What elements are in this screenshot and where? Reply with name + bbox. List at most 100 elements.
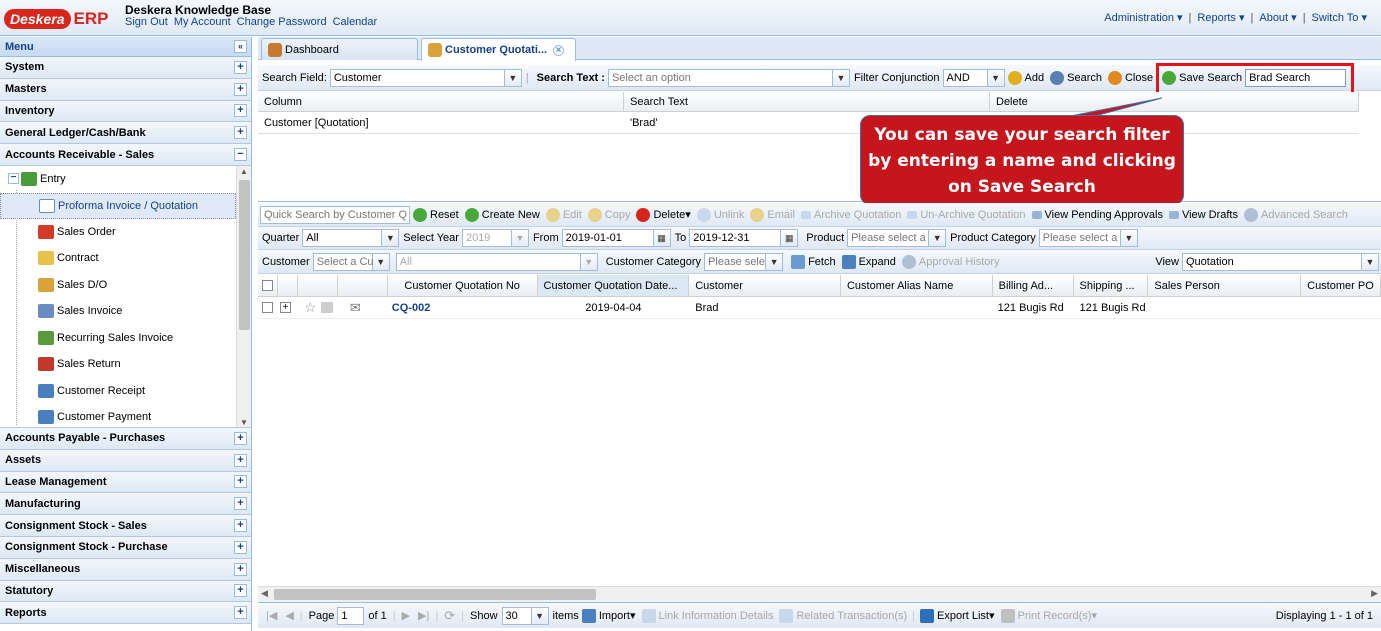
advanced-search-button[interactable]: Advanced Search xyxy=(1244,207,1348,222)
product-select[interactable]: Please select a xyxy=(847,229,930,247)
tree-item-customer-receipt[interactable]: Customer Receipt xyxy=(0,378,235,404)
tree-item-sales-order[interactable]: Sales Order xyxy=(0,219,235,245)
filter-row[interactable]: Customer [Quotation] 'Brad' xyxy=(258,112,1359,134)
tree-node-entry[interactable]: − Entry xyxy=(8,166,243,192)
delete-button[interactable]: Delete ▾ xyxy=(636,207,691,222)
sidebar-section-system[interactable]: System + xyxy=(0,57,251,79)
expand-icon[interactable]: + xyxy=(234,540,247,554)
close-tab-icon[interactable]: × xyxy=(553,44,565,56)
table-row[interactable]: + ☆ ✉ CQ-002 2019-04-04 Brad 121 Bugis R… xyxy=(258,297,1381,319)
tab-dashboard[interactable]: Dashboard xyxy=(261,38,418,60)
customer-select[interactable]: Select a Cu xyxy=(312,252,374,271)
expand-icon[interactable]: + xyxy=(234,584,247,598)
deskera-logo[interactable]: Deskera ERP xyxy=(4,6,112,32)
sidebar-section-inventory[interactable]: Inventory + xyxy=(0,100,251,123)
expand-icon[interactable]: + xyxy=(234,497,247,511)
create-new-button[interactable]: Create New xyxy=(464,207,540,222)
view-pending-approvals-button[interactable]: View Pending Approvals xyxy=(1031,209,1163,221)
sidebar-section-assets[interactable]: Assets + xyxy=(0,449,251,472)
administration-menu[interactable]: Administration ▾ xyxy=(1104,11,1182,24)
last-page-icon[interactable]: ▶| xyxy=(418,609,429,622)
header-quotation-date[interactable]: Customer Quotation Date... xyxy=(537,275,690,296)
column-header[interactable]: Column xyxy=(258,92,624,111)
tree-item-recurring-invoice[interactable]: Recurring Sales Invoice xyxy=(0,325,235,351)
to-date-input[interactable]: 2019-12-31 xyxy=(689,229,782,247)
expand-icon[interactable]: + xyxy=(234,126,247,140)
approval-history-button[interactable]: Approval History xyxy=(901,254,1000,269)
chevron-down-icon[interactable]: ▼ xyxy=(1120,229,1138,247)
print-icon[interactable] xyxy=(320,302,333,313)
calendar-icon[interactable]: ▦ xyxy=(653,229,671,247)
related-transactions-button[interactable]: Related Transaction(s) xyxy=(779,608,907,623)
chevron-down-icon[interactable]: ▼ xyxy=(382,229,400,247)
header-customer-alias[interactable]: Customer Alias Name xyxy=(841,275,993,296)
scroll-left-icon[interactable]: ◀ xyxy=(261,588,268,599)
search-text-select[interactable]: Select an option xyxy=(607,68,833,87)
archive-button[interactable]: Archive Quotation xyxy=(800,209,901,221)
email-button[interactable]: Email xyxy=(750,207,795,222)
customer-category-select[interactable]: Please sele xyxy=(704,252,767,271)
next-page-icon[interactable]: ▶ xyxy=(402,609,410,622)
tree-item-sales-invoice[interactable]: Sales Invoice xyxy=(0,298,235,324)
expand-icon[interactable]: + xyxy=(234,475,247,489)
tree-item-sales-do[interactable]: Sales D/O xyxy=(0,272,235,298)
chevron-down-icon[interactable]: ▼ xyxy=(929,229,947,247)
chevron-down-icon[interactable]: ▼ xyxy=(511,229,529,247)
unarchive-button[interactable]: Un-Archive Quotation xyxy=(907,209,1026,221)
header-billing-address[interactable]: Billing Ad... xyxy=(993,275,1074,296)
sidebar-section-consignment-purchase[interactable]: Consignment Stock - Purchase + xyxy=(0,536,251,559)
expand-icon[interactable]: + xyxy=(234,562,247,576)
from-date-input[interactable]: 2019-01-01 xyxy=(561,229,654,247)
header-sales-person[interactable]: Sales Person xyxy=(1148,275,1302,296)
star-icon[interactable]: ☆ xyxy=(304,299,317,316)
all-select[interactable]: All xyxy=(395,252,581,271)
header-customer-po[interactable]: Customer PO xyxy=(1301,275,1381,296)
scroll-right-icon[interactable]: ▶ xyxy=(1371,588,1378,599)
year-select[interactable]: 2019 xyxy=(461,229,512,247)
collapse-icon[interactable]: « xyxy=(234,40,247,53)
unlink-button[interactable]: Unlink xyxy=(696,207,744,222)
quick-search-input[interactable]: Quick Search by Customer Q xyxy=(260,205,410,224)
prev-page-icon[interactable]: ◀ xyxy=(285,609,293,622)
tree-item-customer-payment[interactable]: Customer Payment xyxy=(0,404,235,427)
calendar-link[interactable]: Calendar xyxy=(333,16,378,28)
link-information-button[interactable]: Link Information Details xyxy=(641,608,773,623)
expand-button[interactable]: Expand xyxy=(841,254,896,269)
chevron-down-icon[interactable]: ▼ xyxy=(580,252,598,271)
page-size-select[interactable]: 30 xyxy=(501,606,532,625)
expand-icon[interactable]: + xyxy=(234,606,247,620)
chevron-down-icon[interactable]: ▼ xyxy=(1362,252,1379,271)
sidebar-section-miscellaneous[interactable]: Miscellaneous + xyxy=(0,558,251,581)
expand-icon[interactable]: + xyxy=(234,82,247,96)
chevron-down-icon[interactable]: ▼ xyxy=(766,252,784,271)
change-password-link[interactable]: Change Password xyxy=(237,16,327,28)
import-button[interactable]: Import ▾ xyxy=(581,608,636,623)
expand-icon[interactable]: + xyxy=(234,60,247,74)
search-field-select[interactable]: Customer xyxy=(329,68,505,87)
product-category-select[interactable]: Please select a xyxy=(1038,229,1121,247)
calendar-icon[interactable]: ▦ xyxy=(781,229,799,247)
tree-collapse-icon[interactable]: − xyxy=(8,173,19,185)
tree-item-contract[interactable]: Contract xyxy=(0,245,235,271)
fetch-button[interactable]: Fetch xyxy=(791,254,836,269)
page-number-input[interactable]: 1 xyxy=(337,606,365,625)
sidebar-section-masters[interactable]: Masters + xyxy=(0,78,251,101)
reports-menu[interactable]: Reports ▾ xyxy=(1197,11,1244,24)
refresh-icon[interactable]: ⟳ xyxy=(444,608,455,624)
switch-to-menu[interactable]: Switch To ▾ xyxy=(1312,11,1367,24)
sign-out-link[interactable]: Sign Out xyxy=(125,16,168,28)
scroll-up-icon[interactable]: ▲ xyxy=(240,167,248,176)
my-account-link[interactable]: My Account xyxy=(174,16,231,28)
add-filter-button[interactable]: Add xyxy=(1007,70,1044,85)
tree-scroll-thumb[interactable] xyxy=(239,179,250,330)
reset-button[interactable]: Reset xyxy=(413,207,459,222)
tree-item-sales-return[interactable]: Sales Return xyxy=(0,351,235,377)
sidebar-section-consignment-sales[interactable]: Consignment Stock - Sales + xyxy=(0,515,251,537)
sidebar-section-manufacturing[interactable]: Manufacturing + xyxy=(0,493,251,516)
chevron-down-icon[interactable]: ▼ xyxy=(372,252,390,271)
grid-horizontal-scrollbar[interactable]: ◀ ▶ xyxy=(258,586,1381,602)
edit-button[interactable]: Edit xyxy=(545,207,582,222)
print-records-button[interactable]: Print Record(s) ▾ xyxy=(1000,608,1097,623)
chevron-down-icon[interactable]: ▼ xyxy=(987,68,1005,87)
sidebar-section-statutory[interactable]: Statutory + xyxy=(0,580,251,603)
